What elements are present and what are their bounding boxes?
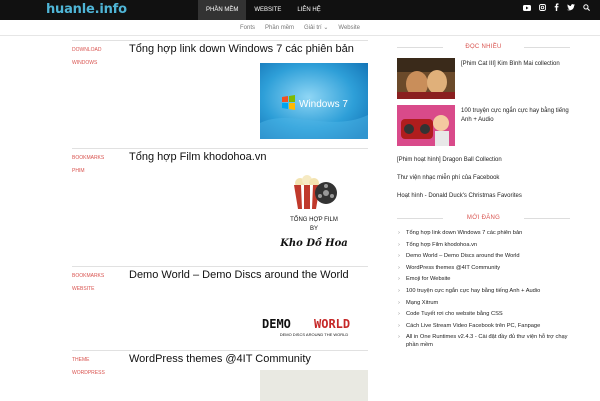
post-item: THEME WORDPRESS WordPress themes @4IT Co… [72,350,369,401]
post-title[interactable]: Tổng hợp Film khodohoa.vn [129,150,369,165]
post-thumbnail[interactable] [260,370,368,401]
post-thumbnail[interactable]: TỔNG HỢP FILM BY Kho Dồ Hoa [260,171,368,255]
post-item: BOOKMARKS WEBSITE Demo World – Demo Disc… [72,266,368,350]
twitter-icon[interactable] [567,0,575,20]
recent-item[interactable]: WordPress themes @4IT Community [397,264,570,272]
popular-item[interactable]: 100 truyện cực ngắn cực hay bằng tiếng A… [397,105,570,152]
subnav-item-fonts[interactable]: Fonts [235,20,260,35]
category-link[interactable]: THEME [72,354,122,367]
svg-text:DEMO DISCS AROUND THE WORLD: DEMO DISCS AROUND THE WORLD [280,332,349,337]
svg-text:DEMO: DEMO [262,317,291,331]
subnav-item-phan-mem[interactable]: Phần mềm [260,20,299,35]
category-link[interactable]: PHIM [72,165,122,178]
post-item: DOWNLOAD WINDOWS Tổng hợp link down Wind… [72,40,368,148]
post-thumbnail[interactable]: DEMO WORLD DEMO DISCS AROUND THE WORLD [260,315,368,339]
top-nav: PHẦN MỀM WEBSITE LIÊN HỆ [198,0,329,20]
recent-item[interactable]: Code Tuyết rơi cho website bằng CSS [397,310,570,318]
social-icons [523,0,590,20]
windows-logo-text: Windows 7 [299,99,348,110]
sub-nav: Fonts Phần mềm Giải trí ⌄ Website [0,20,600,36]
search-icon[interactable] [583,0,590,20]
youtube-icon[interactable] [523,0,531,20]
recent-item[interactable]: Tổng hợp Film khodohoa.vn [397,241,570,249]
category-link[interactable]: DOWNLOAD [72,44,122,57]
recent-item[interactable]: All in One Runtimes v2.4.3 - Cài đặt đầy… [397,333,570,349]
recent-item[interactable]: 100 truyện cực ngắn cực hay bằng tiếng A… [397,287,570,295]
recent-item[interactable]: Mạng Xitrum [397,299,570,307]
category-link[interactable]: BOOKMARKS [72,152,122,165]
subnav-item-website[interactable]: Website [333,20,365,35]
post-categories: DOWNLOAD WINDOWS [72,44,122,70]
popular-thumbnail[interactable] [397,58,455,99]
facebook-icon[interactable] [554,0,559,20]
popular-link[interactable]: [Phim hoạt hình] Dragon Ball Collection [397,156,570,165]
svg-text:Kho Dồ Hoa: Kho Dồ Hoa [279,237,348,249]
post-title[interactable]: WordPress themes @4IT Community [129,352,369,367]
subnav-item-giai-tri[interactable]: Giải trí ⌄ [299,20,333,35]
popular-heading: ĐỌC NHIỀU [397,36,570,58]
nav-item-lien-he[interactable]: LIÊN HỆ [289,0,328,20]
site-logo[interactable]: huanle.info [46,2,127,18]
recent-item[interactable]: Cách Live Stream Video Facebook trên PC,… [397,322,570,330]
recent-item[interactable]: Tổng hợp link down Windows 7 các phiên b… [397,229,570,237]
post-categories: BOOKMARKS PHIM [72,152,122,178]
popular-link[interactable]: Hoạt hình - Donald Duck's Christmas Favo… [397,192,570,201]
category-link[interactable]: WEBSITE [72,283,122,296]
post-title[interactable]: Demo World – Demo Discs around the World [129,268,369,283]
popular-thumbnail[interactable] [397,105,455,146]
recent-list: Tổng hợp link down Windows 7 các phiên b… [397,229,570,349]
instagram-icon[interactable] [539,0,546,20]
category-link[interactable]: WINDOWS [72,57,122,70]
popular-item[interactable]: [Phim Cat III] Kim Bình Mai collection [397,58,570,105]
post-categories: BOOKMARKS WEBSITE [72,270,122,296]
top-bar: huanle.info PHẦN MỀM WEBSITE LIÊN HỆ [0,0,600,20]
sidebar: ĐỌC NHIỀU [Phim Cat III] Kim Bình Mai co… [397,36,570,353]
popular-title[interactable]: 100 truyện cực ngắn cực hay bằng tiếng A… [461,107,569,125]
post-title[interactable]: Tổng hợp link down Windows 7 các phiên b… [129,42,369,57]
recent-item[interactable]: Demo World – Demo Discs around the World [397,252,570,260]
svg-text:WORLD: WORLD [314,317,350,331]
nav-item-website[interactable]: WEBSITE [246,0,289,20]
post-categories: THEME WORDPRESS [72,354,122,380]
popular-link[interactable]: Thư viện nhạc miễn phí của Facebook [397,174,570,183]
popular-title[interactable]: [Phim Cat III] Kim Bình Mai collection [461,60,569,69]
post-item: BOOKMARKS PHIM Tổng hợp Film khodohoa.vn… [72,148,368,266]
post-thumbnail[interactable]: Windows 7 [260,63,368,139]
nav-item-phan-mem[interactable]: PHẦN MỀM [198,0,247,20]
category-link[interactable]: WORDPRESS [72,367,122,380]
svg-text:BY: BY [310,226,318,232]
recent-item[interactable]: Emoji for Website [397,275,570,283]
recent-heading: MỚI ĐĂNG [397,207,570,229]
category-link[interactable]: BOOKMARKS [72,270,122,283]
svg-text:TỔNG HỢP FILM: TỔNG HỢP FILM [290,216,338,223]
